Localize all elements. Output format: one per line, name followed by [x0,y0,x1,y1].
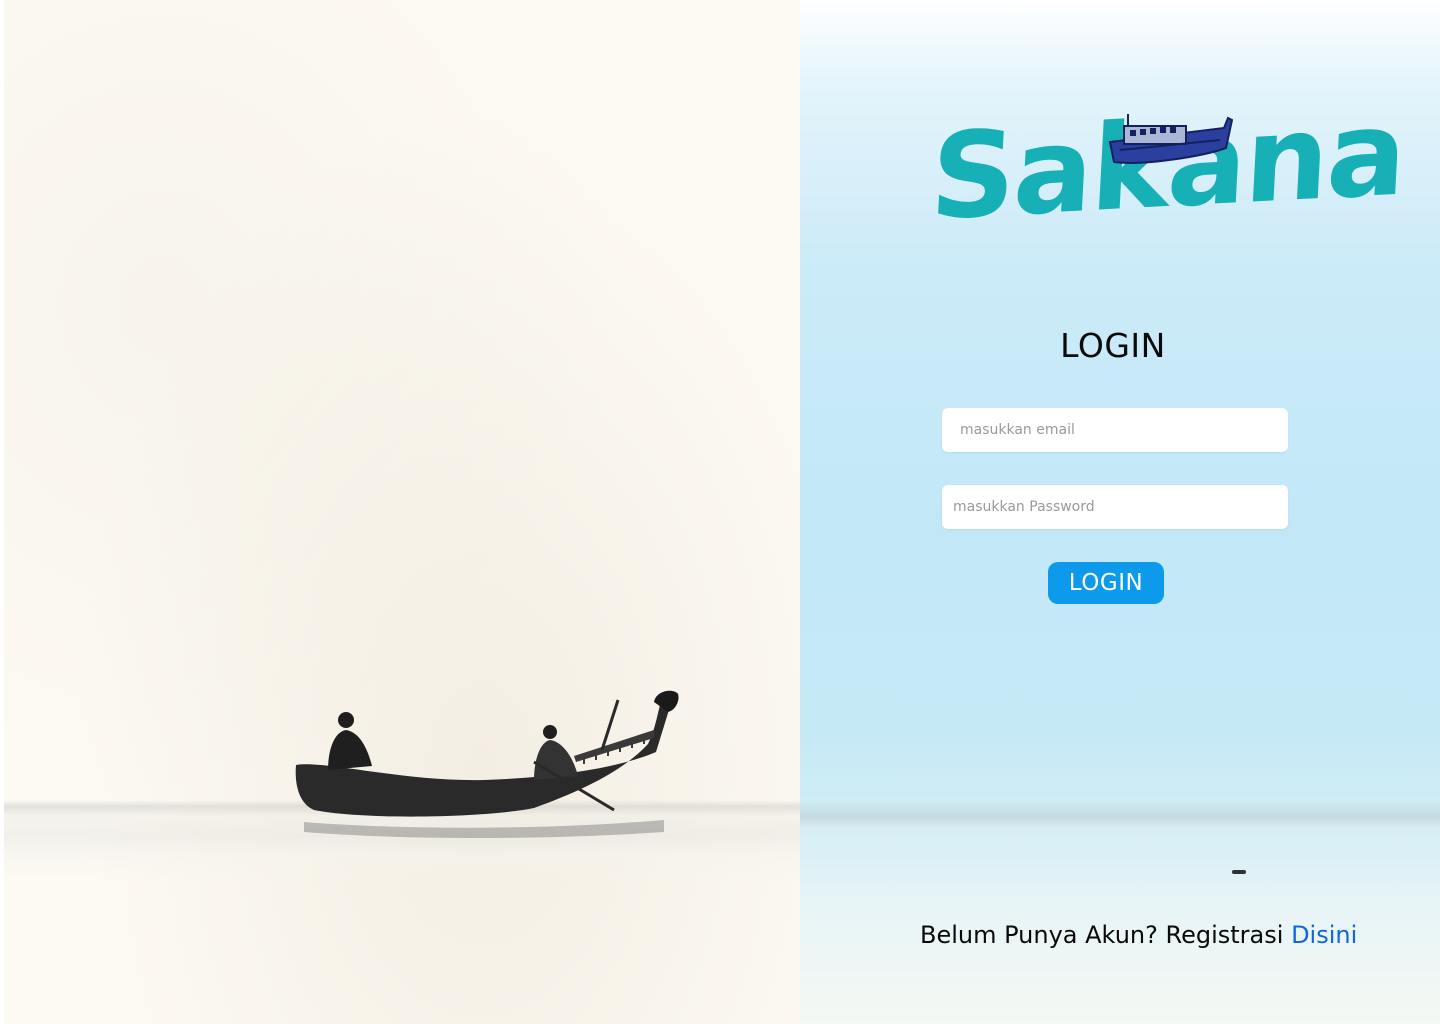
boat-illustration [295,690,679,838]
register-prompt: Belum Punya Akun? Registrasi Disini [920,921,1357,949]
login-title: LOGIN [1060,326,1166,365]
email-input[interactable] [942,408,1288,452]
hero-image [0,0,800,1024]
logo-boat-icon [1108,114,1234,164]
sakana-logo: Sakana [927,83,1408,258]
distant-boat [1232,870,1246,874]
panel-horizon [800,800,1440,840]
password-input[interactable] [942,485,1288,529]
login-button[interactable]: LOGIN [1048,562,1164,604]
register-link[interactable]: Disini [1291,921,1357,949]
register-prompt-text: Belum Punya Akun? Registrasi [920,921,1292,949]
